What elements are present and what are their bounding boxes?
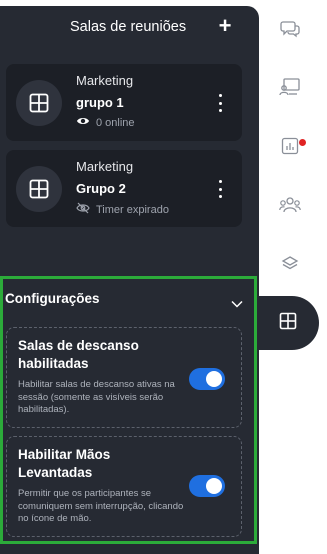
settings-section: Configurações Salas de descanso habilita…: [0, 276, 257, 544]
poll-chart-icon[interactable]: [277, 133, 303, 159]
panel-title: Salas de reuniões: [70, 19, 187, 35]
group-card[interactable]: Marketing Grupo 2 Timer expirado: [6, 150, 242, 227]
more-options-icon[interactable]: [214, 94, 226, 112]
chat-icon[interactable]: [277, 16, 303, 42]
settings-title: Configurações: [5, 291, 100, 306]
grid-icon: [16, 80, 62, 126]
grid-icon: [16, 166, 62, 212]
group-department: Marketing: [76, 159, 134, 174]
setting-option-description: Permitir que os participantes se comuniq…: [18, 488, 184, 524]
group-status-text: 0 online: [96, 116, 135, 129]
group-status: 0 online: [76, 116, 135, 129]
group-card[interactable]: Marketing grupo 1 0 online: [6, 64, 242, 141]
right-sidebar: [259, 0, 327, 554]
chevron-down-icon[interactable]: [231, 295, 243, 313]
layers-icon[interactable]: [277, 251, 303, 277]
breakout-rooms-toggle[interactable]: [189, 368, 225, 390]
group-department: Marketing: [76, 73, 134, 88]
group-name: Grupo 2: [76, 181, 126, 196]
setting-option: Salas de descanso habilitadas Habilitar …: [6, 327, 242, 428]
breakout-rooms-icon: [279, 312, 297, 335]
group-status: Timer expirado: [76, 202, 169, 217]
participants-icon[interactable]: [277, 192, 303, 218]
group-status-text: Timer expirado: [96, 203, 169, 216]
notification-dot: [299, 139, 306, 146]
setting-option-description: Habilitar salas de descanso ativas na se…: [18, 379, 175, 415]
eye-icon: [76, 116, 90, 129]
more-options-icon[interactable]: [214, 180, 226, 198]
eye-slash-icon: [76, 202, 90, 217]
setting-option-title: Habilitar Mãos Levantadas: [18, 447, 111, 480]
presentation-icon[interactable]: [277, 74, 303, 100]
add-room-button[interactable]: +: [214, 15, 236, 37]
group-name: grupo 1: [76, 95, 124, 110]
setting-option: Habilitar Mãos Levantadas Permitir que o…: [6, 436, 242, 537]
breakout-rooms-tab[interactable]: [259, 296, 319, 350]
raise-hand-toggle[interactable]: [189, 475, 225, 497]
panel-header: Salas de reuniões +: [0, 6, 259, 50]
setting-option-title: Salas de descanso habilitadas: [18, 338, 139, 371]
